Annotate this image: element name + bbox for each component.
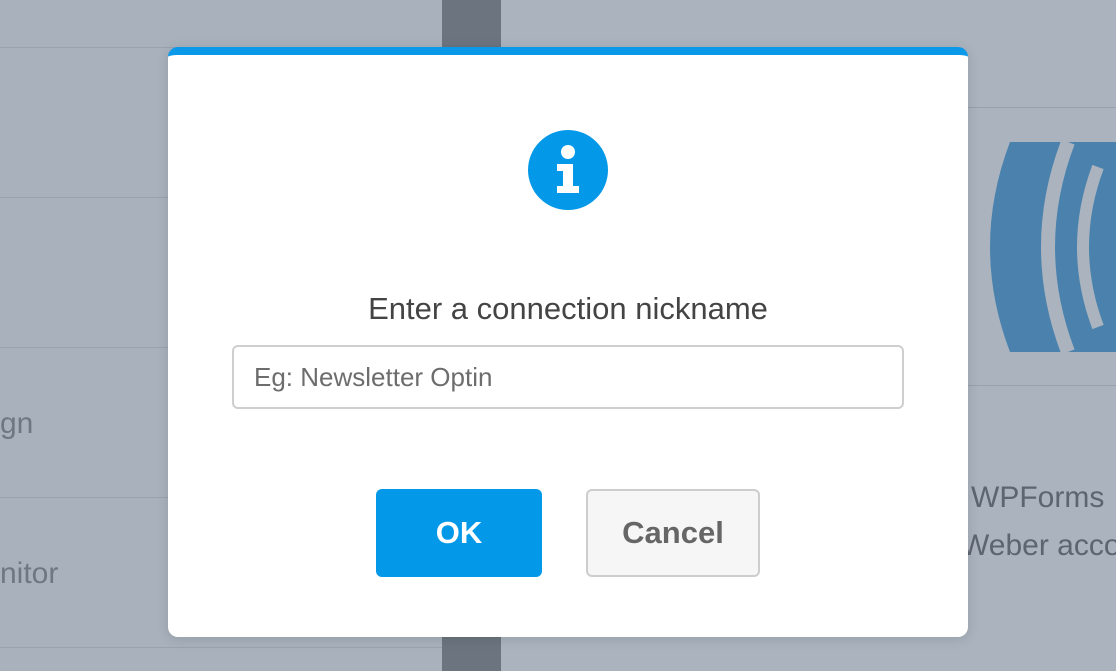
cancel-button[interactable]: Cancel [586, 489, 760, 577]
background-text: Weber acco [961, 529, 1116, 562]
dialog-title: Enter a connection nickname [368, 291, 768, 326]
background-divider-line [968, 385, 1116, 386]
background-divider-line [968, 107, 1116, 108]
aweber-logo [990, 142, 1116, 352]
connection-nickname-dialog: Enter a connection nickname OK Cancel [168, 47, 968, 637]
background-row-text: nitor [0, 557, 59, 590]
ok-button[interactable]: OK [376, 489, 542, 577]
connection-nickname-input[interactable] [232, 345, 904, 409]
background-row-text: gn [0, 407, 34, 440]
row-divider [0, 647, 442, 648]
info-icon [528, 130, 608, 210]
background-text: WPForms [971, 481, 1105, 514]
page: gn nitor WPForms Weber acco Enter a conn… [0, 0, 1116, 671]
